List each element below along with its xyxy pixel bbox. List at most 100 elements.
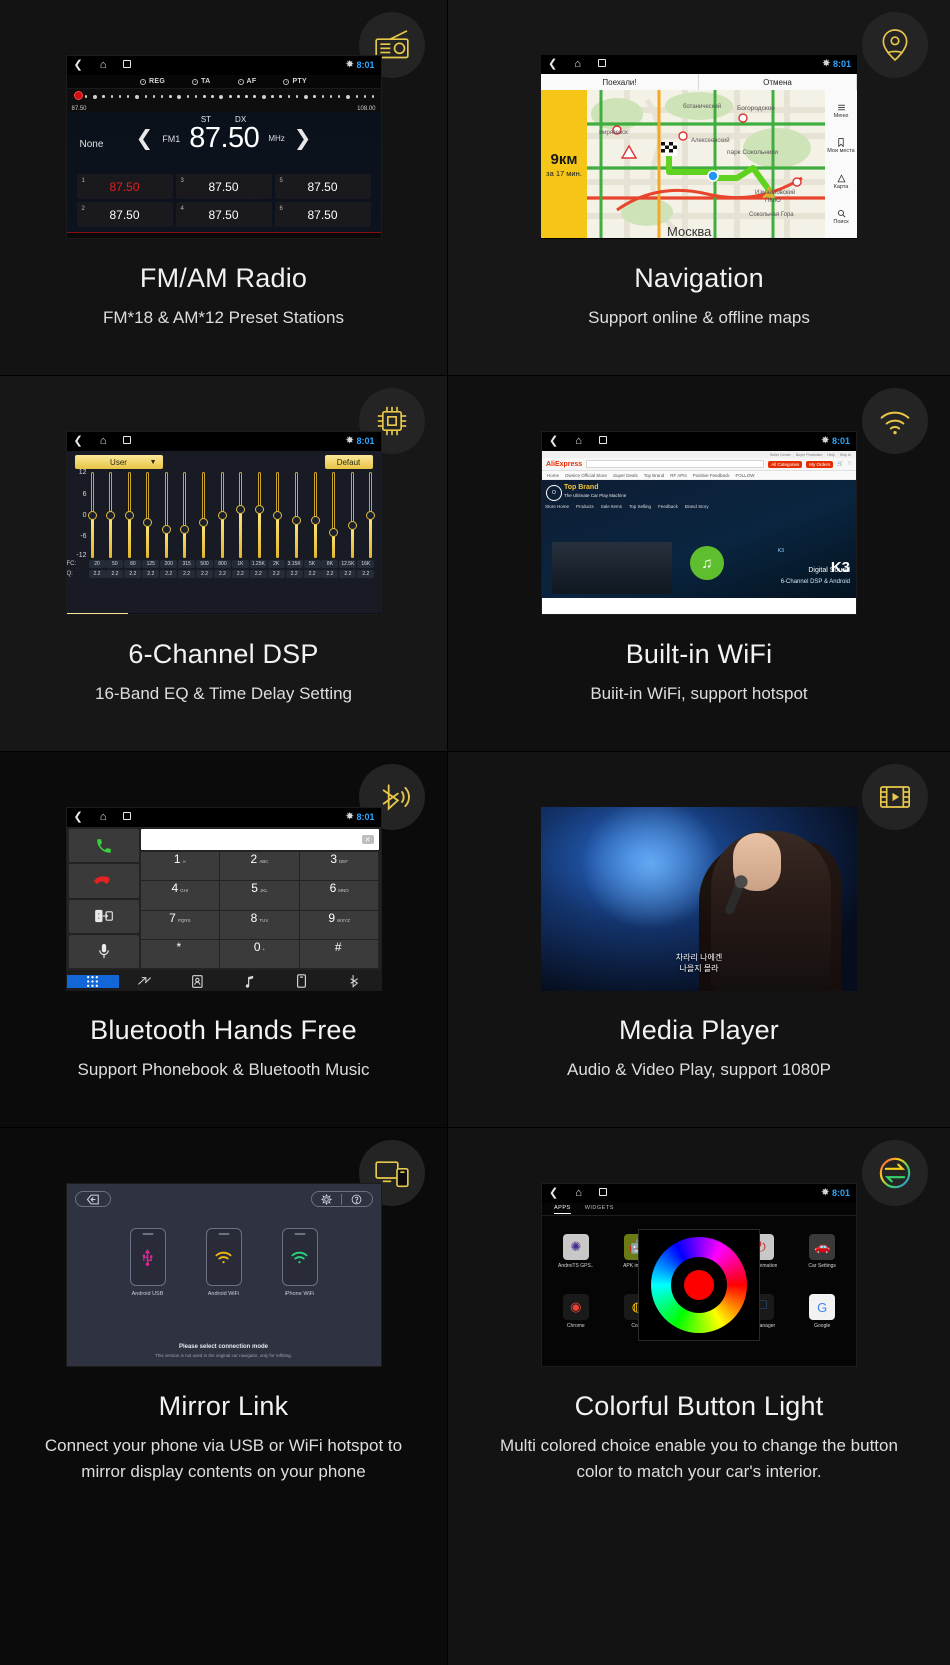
eq-frequency-cell[interactable]: 500 xyxy=(196,560,214,568)
tuner-scale[interactable]: 87.50 108.00 xyxy=(66,88,381,112)
dialpad-key[interactable]: 8 TUV xyxy=(220,910,299,939)
eq-q-cell[interactable]: 2.2 xyxy=(339,570,357,578)
eq-slider-knob[interactable] xyxy=(143,517,153,527)
eq-band-slider[interactable] xyxy=(180,472,190,558)
tab-widgets[interactable]: WIDGETS xyxy=(585,1205,614,1213)
dialpad-icon[interactable] xyxy=(66,974,119,988)
eq-q-cell[interactable]: 2.2 xyxy=(124,570,142,578)
eq-slider-knob[interactable] xyxy=(180,524,190,534)
wishlist-icon[interactable]: ♡ xyxy=(848,461,852,467)
go-button[interactable]: Поехали! xyxy=(541,74,699,90)
eq-band-slider[interactable] xyxy=(87,472,97,558)
eq-q-cell[interactable]: 2.2 xyxy=(196,570,214,578)
tab-bass-filter[interactable]: Bass Filter xyxy=(255,613,318,614)
app-icon-tile[interactable]: G Google xyxy=(792,1283,852,1342)
eq-band-slider[interactable] xyxy=(124,472,134,558)
device-icon[interactable] xyxy=(276,974,328,988)
home-icon[interactable]: ⌂ xyxy=(100,60,107,71)
stereo-icon[interactable] xyxy=(194,237,211,239)
eq-q-cell[interactable]: 2.2 xyxy=(267,570,285,578)
eq-frequency-cell[interactable]: 200 xyxy=(160,560,178,568)
color-wheel[interactable] xyxy=(651,1237,747,1333)
keypad-icon[interactable] xyxy=(298,237,311,238)
eq-frequency-cell[interactable]: 5K xyxy=(303,560,321,568)
eq-q-cell[interactable]: 2.2 xyxy=(231,570,249,578)
dialpad-key[interactable]: 4 GHI xyxy=(140,881,220,910)
rds-af[interactable]: AF xyxy=(237,78,257,85)
dialpad-key[interactable]: 3 DEF xyxy=(299,852,379,881)
preset-button[interactable]: 3 87.50 xyxy=(175,174,272,199)
eq-q-cell[interactable]: 2.2 xyxy=(142,570,160,578)
mode-iphone-wifi[interactable]: iPhone WiFi xyxy=(281,1228,318,1297)
store-tab[interactable]: Feedback xyxy=(658,504,678,509)
sidebar-item-search[interactable]: Поиск xyxy=(833,209,849,225)
eq-slider-knob[interactable] xyxy=(254,505,264,515)
contacts-icon[interactable] xyxy=(171,974,223,988)
recents-icon[interactable] xyxy=(597,59,606,70)
eq-slider-knob[interactable] xyxy=(161,524,171,534)
eq-band-slider[interactable] xyxy=(217,472,227,558)
app-icon-tile[interactable]: ◉ Chrome xyxy=(546,1283,606,1342)
transfer-audio-icon[interactable] xyxy=(68,899,139,933)
nav-link[interactable]: Positive Feedback xyxy=(693,473,730,478)
eq-frequency-cell[interactable]: 80 xyxy=(124,560,142,568)
eq-slider-knob[interactable] xyxy=(124,510,134,520)
home-icon[interactable]: ⌂ xyxy=(574,59,581,70)
exit-icon[interactable] xyxy=(74,1191,111,1207)
eq-band-slider[interactable] xyxy=(161,472,171,558)
tab-zone[interactable]: ZONE xyxy=(129,613,193,614)
rds-pty[interactable]: PTY xyxy=(283,78,307,85)
store-tab[interactable]: Store Home xyxy=(545,504,569,509)
preset-button[interactable]: 6 87.50 xyxy=(274,202,371,227)
eq-band-slider[interactable] xyxy=(143,472,153,558)
next-station-button[interactable]: ❯ xyxy=(294,128,312,149)
tab-apps[interactable]: APPS xyxy=(554,1205,571,1214)
rds-ta[interactable]: TA xyxy=(192,78,210,85)
eq-slider-knob[interactable] xyxy=(329,528,339,538)
recents-icon[interactable] xyxy=(598,436,607,447)
top-link[interactable]: Buyer Protection xyxy=(796,453,823,457)
preset-button[interactable]: 4 87.50 xyxy=(175,202,272,227)
call-answer-icon[interactable] xyxy=(68,829,139,863)
dialpad-key[interactable]: 9 WXYZ xyxy=(299,910,379,939)
eq-slider-knob[interactable] xyxy=(310,515,320,525)
bluetooth-icon[interactable] xyxy=(328,974,380,988)
nav-link[interactable]: Ownice Official Store xyxy=(565,473,607,478)
eq-band-slider[interactable] xyxy=(254,472,264,558)
eq-slider-knob[interactable] xyxy=(236,505,246,515)
eq-band-slider[interactable] xyxy=(236,472,246,558)
eq-slider-knob[interactable] xyxy=(347,521,357,531)
store-tab[interactable]: Top Selling xyxy=(629,504,651,509)
recents-icon[interactable] xyxy=(123,436,132,447)
back-icon[interactable]: ❮ xyxy=(74,60,83,71)
eq-frequency-cell[interactable]: 1.25K xyxy=(249,560,267,568)
sidebar-item-map[interactable]: Карта xyxy=(834,173,848,190)
eq-band-slider[interactable] xyxy=(366,472,376,558)
help-icon[interactable] xyxy=(342,1194,372,1205)
media-player-screenshot[interactable]: 차라리 나에겐 나을지 몰라 xyxy=(541,807,857,991)
app-icon-tile[interactable]: ✺ AndroiTS GPS.. xyxy=(546,1222,606,1281)
eq-q-cell[interactable]: 2.2 xyxy=(178,570,196,578)
store-tab[interactable]: Brand Story xyxy=(685,504,709,509)
eq-band-slider[interactable] xyxy=(273,472,283,558)
home-icon[interactable]: ⌂ xyxy=(100,812,107,823)
eq-band-slider[interactable] xyxy=(329,472,339,558)
search-input[interactable] xyxy=(586,460,765,468)
eq-frequency-cell[interactable]: 12.5K xyxy=(339,560,357,568)
dialpad-key[interactable]: 7 PQRS xyxy=(140,910,220,939)
rds-reg[interactable]: REG xyxy=(140,78,165,85)
eq-frequency-cell[interactable]: 8K xyxy=(321,560,339,568)
eq-q-cell[interactable]: 2.2 xyxy=(160,570,178,578)
eq-q-cell[interactable]: 2.2 xyxy=(321,570,339,578)
eq-q-cell[interactable]: 2.2 xyxy=(249,570,267,578)
eq-frequency-cell[interactable]: 800 xyxy=(213,560,231,568)
prev-station-button[interactable]: ❮ xyxy=(136,128,154,149)
home-icon[interactable]: ⌂ xyxy=(100,436,107,447)
cancel-button[interactable]: Отмена xyxy=(699,74,857,90)
eq-band-slider[interactable] xyxy=(199,472,209,558)
sidebar-item-menu[interactable]: Меню xyxy=(834,103,848,119)
dialpad-key[interactable]: # xyxy=(299,939,379,968)
eq-q-cell[interactable]: 2.2 xyxy=(88,570,106,578)
eq-slider-knob[interactable] xyxy=(292,515,302,525)
eq-q-cell[interactable]: 2.2 xyxy=(303,570,321,578)
